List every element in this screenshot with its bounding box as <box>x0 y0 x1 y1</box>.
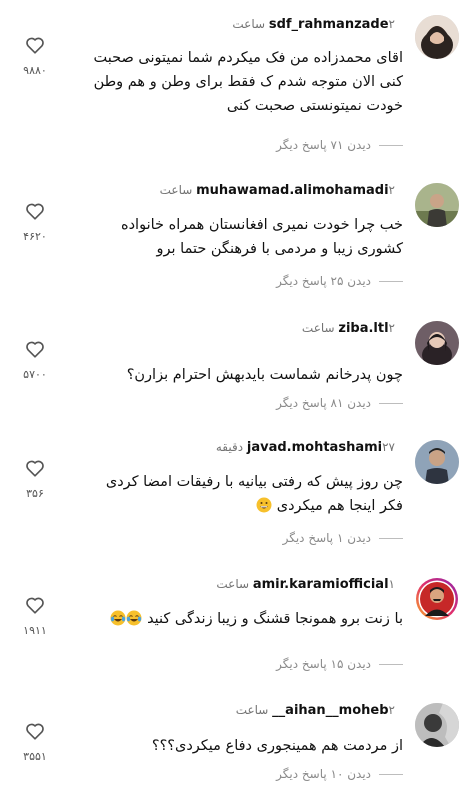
comment-meta: amir.karamiofficial۱ ساعت <box>216 577 403 592</box>
heart-icon <box>26 723 44 740</box>
comment-line: خب چرا خودت نمیری افغانستان همراه خانواد… <box>121 217 403 233</box>
heart-icon <box>26 203 44 220</box>
like-count: ۹۸۸۰ <box>23 64 47 77</box>
username[interactable]: sdf_rahmanzade <box>269 17 389 32</box>
comment-meta: __aihan__moheb۲ ساعت <box>236 703 403 718</box>
comment-meta: ziba.ltl۲ ساعت <box>302 321 403 336</box>
heart-icon <box>26 597 44 614</box>
avatar[interactable] <box>415 703 459 747</box>
comment-line: خودت نمیتونستی صحبت کنی <box>226 98 403 114</box>
avatar[interactable] <box>415 440 459 484</box>
comment-text: با زنت برو همونجا قشنگ و زیبا زندگی کنید <box>83 607 403 631</box>
like-count: ۵۷۰۰ <box>23 368 47 381</box>
like-count: ۱۹۱۱ <box>23 624 47 637</box>
replies-label: دیدن ۷۱ پاسخ دیگر <box>276 138 371 152</box>
comment-meta: sdf_rahmanzade۲ ساعت <box>232 17 403 32</box>
comment-line: کنی الان متوجه شدم ک فقط برای وطن و هم و… <box>93 74 403 90</box>
comment-text: خب چرا خودت نمیری افغانستان همراه خانواد… <box>83 213 403 261</box>
replies-label: دیدن ۱۰ پاسخ دیگر <box>276 767 371 781</box>
comment-line: چن روز پیش که رفتی بیانیه با رفیقات امضا… <box>105 474 403 490</box>
replies-divider <box>379 663 403 665</box>
like-button[interactable]: ۴۶۲۰ <box>14 200 56 243</box>
avatar[interactable] <box>415 183 459 227</box>
like-button[interactable]: ۹۸۸۰ <box>14 34 56 77</box>
comment-line: کشوری زیبا و مردمی با فرهنگن حتما برو <box>156 241 404 257</box>
grinning-emoji-icon <box>256 497 272 513</box>
username[interactable]: amir.karamiofficial <box>253 577 389 592</box>
view-replies-button[interactable]: دیدن ۷۱ پاسخ دیگر <box>276 138 403 152</box>
avatar[interactable] <box>415 321 459 365</box>
avatar-photo-icon <box>415 440 459 484</box>
heart-icon <box>26 37 44 54</box>
replies-label: دیدن ۱ پاسخ دیگر <box>282 531 371 545</box>
avatar-photo-icon <box>415 703 459 747</box>
replies-divider <box>379 773 403 775</box>
view-replies-button[interactable]: دیدن ۱۵ پاسخ دیگر <box>276 657 403 671</box>
comment-text: چن روز پیش که رفتی بیانیه با رفیقات امضا… <box>83 470 403 518</box>
comment-meta: javad.mohtashami۲۷ دقیقه <box>216 440 403 455</box>
avatar-photo-icon <box>415 183 459 227</box>
avatar-photo-icon <box>415 321 459 365</box>
avatar[interactable] <box>415 577 459 621</box>
heart-icon <box>26 341 44 358</box>
replies-divider <box>379 402 403 404</box>
tears-of-joy-emoji-icon <box>126 610 142 626</box>
view-replies-button[interactable]: دیدن ۱ پاسخ دیگر <box>283 531 403 545</box>
username[interactable]: ziba.ltl <box>338 321 388 336</box>
avatar[interactable] <box>415 15 459 59</box>
replies-divider <box>379 144 403 146</box>
like-button[interactable]: ۳۵۶ <box>14 457 56 500</box>
replies-divider <box>379 537 403 539</box>
replies-label: دیدن ۲۵ پاسخ دیگر <box>276 274 371 288</box>
comment-line: با زنت برو همونجا قشنگ و زیبا زندگی کنید <box>83 607 403 631</box>
like-count: ۳۵۵۱ <box>23 750 47 763</box>
comment-line: اقای محمدزاده من فک میکردم شما نمیتونی ص… <box>93 50 403 66</box>
comment-line-text: فکر اینجا هم میکردی <box>276 498 403 514</box>
like-button[interactable]: ۳۵۵۱ <box>14 720 56 763</box>
like-button[interactable]: ۵۷۰۰ <box>14 338 56 381</box>
like-count: ۳۵۶ <box>26 487 44 500</box>
comment-line: از مردمت هم همینجوری دفاع میکردی؟؟؟ <box>151 738 403 754</box>
like-button[interactable]: ۱۹۱۱ <box>14 594 56 637</box>
username[interactable]: muhawamad.alimohamadi <box>196 183 388 198</box>
username[interactable]: __aihan__moheb <box>272 703 388 718</box>
comment-line-text: با زنت برو همونجا قشنگ و زیبا زندگی کنید <box>147 611 403 627</box>
username[interactable]: javad.mohtashami <box>247 440 382 455</box>
comment-text: اقای محمدزاده من فک میکردم شما نمیتونی ص… <box>83 46 403 118</box>
story-ring-avatar-icon <box>416 578 458 620</box>
tears-of-joy-emoji-icon <box>110 610 126 626</box>
comment-line: چون پدرخانم شماست بایدبهش احترام بزارن؟ <box>126 367 403 383</box>
comment-text: چون پدرخانم شماست بایدبهش احترام بزارن؟ <box>83 363 403 387</box>
heart-icon <box>26 460 44 477</box>
comment-text: از مردمت هم همینجوری دفاع میکردی؟؟؟ <box>83 734 403 758</box>
like-count: ۴۶۲۰ <box>23 230 47 243</box>
replies-label: دیدن ۸۱ پاسخ دیگر <box>276 396 371 410</box>
view-replies-button[interactable]: دیدن ۱۰ پاسخ دیگر <box>276 767 403 781</box>
replies-label: دیدن ۱۵ پاسخ دیگر <box>276 657 371 671</box>
comment-line: فکر اینجا هم میکردی <box>83 494 403 518</box>
comment-meta: muhawamad.alimohamadi۲ ساعت <box>160 183 403 198</box>
view-replies-button[interactable]: دیدن ۸۱ پاسخ دیگر <box>276 396 403 410</box>
view-replies-button[interactable]: دیدن ۲۵ پاسخ دیگر <box>276 274 403 288</box>
avatar-photo-icon <box>415 15 459 59</box>
replies-divider <box>379 280 403 282</box>
